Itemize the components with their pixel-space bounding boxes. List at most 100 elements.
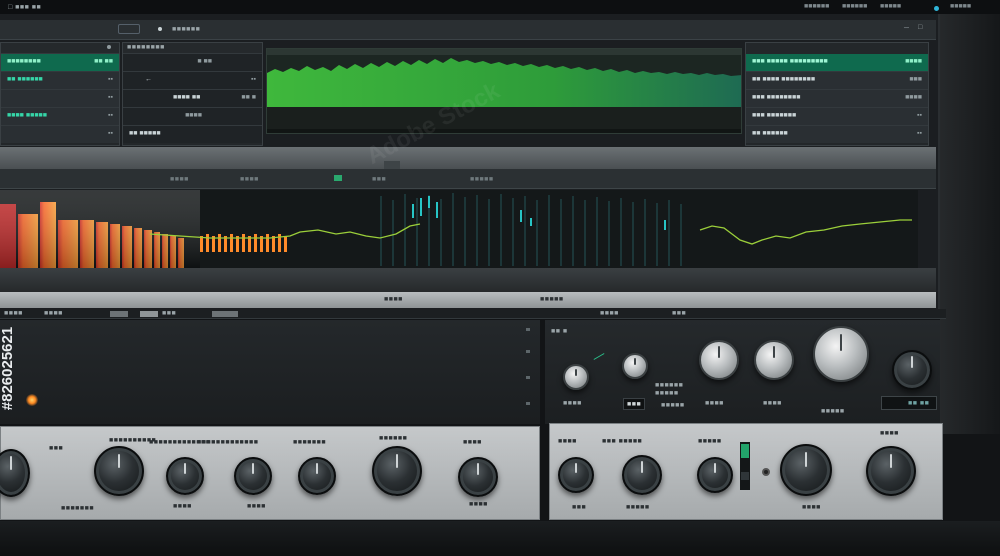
right-row-meta: ▪▪ (917, 112, 922, 119)
analyzer-active-tab[interactable] (334, 175, 342, 181)
indicator-line (593, 353, 605, 360)
left-row-meta: ▪▪ (108, 76, 113, 83)
marker (526, 376, 530, 379)
fader-cap[interactable] (741, 472, 749, 480)
left-row-meta: ▪▪ (108, 130, 113, 137)
eq-knob-2[interactable] (754, 340, 794, 380)
mixer-toolbar-button[interactable] (110, 311, 128, 317)
left-row-label: ■■■■■■■■ (7, 58, 41, 65)
gain-knob[interactable] (563, 364, 589, 390)
analyzer-footer (0, 268, 936, 292)
window-header: ■■■■■■ ─ □ (0, 20, 936, 40)
right-row-label: ■■■ ■■■■■■■ (752, 112, 797, 119)
mid-row-4[interactable]: ■■■■ (123, 108, 262, 126)
spectrum-graphic (0, 190, 912, 268)
right-row-1[interactable]: ■■■ ■■■■■ ■■■■■■■■■ ■■■■ (746, 54, 928, 72)
topbar-item-4[interactable]: ■■■■■ (950, 3, 971, 10)
rack-right-knob-5[interactable] (866, 446, 916, 496)
analyzer-label-2: ■■■■ (240, 176, 259, 183)
rack-bottom-label: ■■■■■ (626, 504, 650, 511)
right-row-meta: ■■■■ (905, 94, 922, 101)
mixer-toolbar-item-2[interactable]: ■■■■ (44, 310, 63, 317)
right-row-4[interactable]: ■■■ ■■■■■■■ ▪▪ (746, 108, 928, 126)
analyzer-footer-label-1: ■■■■ (384, 296, 403, 303)
rack-right-knob-4[interactable] (780, 444, 832, 496)
marker (526, 402, 530, 405)
menu-dot-icon[interactable] (107, 45, 111, 49)
master-knob[interactable] (813, 326, 869, 382)
left-row-4[interactable]: ■■■■ ■■■■■ ▪▪ (1, 108, 119, 126)
minimize-icon[interactable]: ─ (904, 25, 909, 32)
topbar-item-3[interactable]: ■■■■■ (880, 3, 901, 10)
bottom-base (0, 521, 1000, 556)
right-row-2[interactable]: ■■ ■■■■ ■■■■■■■■ ■■■ (746, 72, 928, 90)
back-arrow-icon[interactable]: ← (145, 76, 152, 83)
mid-row-1[interactable]: ■ ■■ (123, 54, 262, 72)
mid-row-5[interactable]: ■■ ■■■■■ (123, 126, 262, 143)
mid-row-meta: ▪▪ (251, 76, 256, 83)
maximize-icon[interactable]: □ (918, 24, 923, 31)
window-button[interactable] (118, 24, 140, 34)
mid-panel-title: ■■■■■■■■ (127, 44, 165, 51)
rack-knob-5[interactable] (372, 446, 422, 496)
knob-label: ■■■■■ (821, 408, 845, 415)
right-row-5[interactable]: ■■ ■■■■■■ ▪▪ (746, 126, 928, 143)
stock-id-watermark: #826025621 (0, 316, 26, 424)
left-row-2[interactable]: ■■ ■■■■■■ ▪▪ (1, 72, 119, 90)
marker (526, 328, 530, 331)
rack-knob-1[interactable] (94, 446, 144, 496)
rack-right-knob-1[interactable] (558, 457, 594, 493)
left-row-label: ■■■■ ■■■■■ (7, 112, 47, 119)
rack-knob-2[interactable] (166, 457, 204, 495)
rack-knob-3[interactable] (234, 457, 272, 495)
mixer-toolbar-item-4[interactable]: ■■■■ (600, 310, 619, 317)
analyzer-footer-label-2: ■■■■■ (540, 296, 564, 303)
waveform-display[interactable] (266, 48, 742, 134)
topbar-item-1[interactable]: ■■■■■■ (804, 3, 829, 10)
rack-label: ■■■■ (463, 439, 482, 446)
topbar-item-2[interactable]: ■■■■■■ (842, 3, 867, 10)
mixer-toolbar-item-3[interactable]: ■■■ (162, 310, 176, 317)
right-row-3[interactable]: ■■■ ■■■■■■■■ ■■■■ (746, 90, 928, 108)
left-row-3[interactable]: ▪▪ (1, 90, 119, 108)
mixer-toolbar-item-5[interactable]: ■■■ (672, 310, 686, 317)
status-led-icon (26, 394, 38, 406)
analyzer-label-1: ■■■■ (170, 176, 189, 183)
right-row-label: ■■■ ■■■■■ ■■■■■■■■■ (752, 58, 828, 65)
rack-right-knob-2[interactable] (622, 455, 662, 495)
right-row-label: ■■ ■■■■■■ (752, 130, 788, 137)
analyzer-toolbar: ■■■■ ■■■■ ■■■ ■■■■■ (0, 169, 936, 189)
eq-knob-1[interactable] (699, 340, 739, 380)
left-row-1[interactable]: ■■■■■■■■ ■■ ■■ (1, 54, 119, 72)
rack-bottom-label: ■■■■ (802, 504, 821, 511)
app-menu-label[interactable]: □ ■■■ ■■ (8, 4, 41, 11)
mixer-right-label: ■■■■■■ (655, 382, 684, 389)
mixer-toolbar-button[interactable] (140, 311, 158, 317)
status-dot-icon (934, 6, 939, 11)
knob-label: ■■■■■ (661, 402, 685, 409)
left-row-5[interactable]: ▪▪ (1, 126, 119, 143)
spectrum-analyzer[interactable] (0, 190, 918, 268)
rack-right-knob-3[interactable] (697, 457, 733, 493)
right-row-meta: ▪▪ (917, 130, 922, 137)
rack-knob-4[interactable] (298, 457, 336, 495)
dot-icon (158, 27, 162, 31)
stock-id-text: #826025621 (0, 326, 17, 411)
rack-knob-6[interactable] (458, 457, 498, 497)
fader-slot[interactable] (740, 442, 750, 490)
switch-icon[interactable] (762, 468, 770, 476)
mid-row-meta: ■■ ■ (241, 94, 256, 101)
analyzer-label-3: ■■■ (372, 176, 387, 183)
analyzer-bottom-strip: ■■■■ ■■■■■ (0, 292, 936, 308)
output-knob[interactable] (892, 350, 932, 390)
rack-label: ■■■ (49, 445, 64, 452)
rack-bottom-label: ■■■■ (247, 503, 266, 510)
mid-row-2[interactable]: ← ▪▪ (123, 72, 262, 90)
mixer-right-label: ■■ ■ (551, 328, 568, 335)
right-row-label: ■■■ ■■■■■■■■ (752, 94, 801, 101)
mixer-toolbar-button[interactable] (212, 311, 238, 317)
trim-knob[interactable] (622, 353, 648, 379)
knob-label: ■■■■ (705, 400, 724, 407)
rack-label: ■■■■■■ (379, 435, 408, 442)
mid-row-3[interactable]: ■■■■ ■■ ■■ ■ (123, 90, 262, 108)
